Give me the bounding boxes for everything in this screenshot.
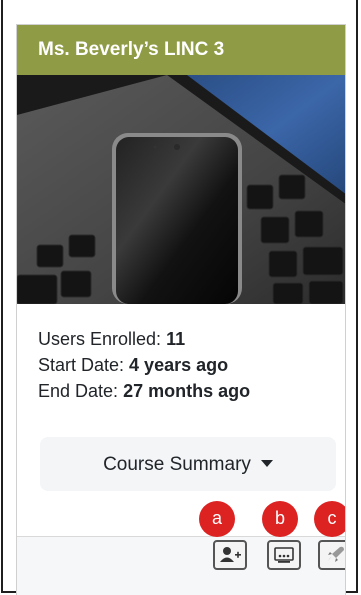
course-card: Ms. Beverly’s LINC 3 Users Enrolled: 11 … <box>16 24 346 595</box>
enroll-user-button[interactable] <box>213 540 247 570</box>
marker-a: a <box>199 501 235 537</box>
caret-down-icon <box>260 460 273 467</box>
presentation-icon <box>274 547 294 563</box>
end-date-value: 27 months ago <box>123 381 251 401</box>
course-summary-button[interactable]: Course Summary <box>40 437 336 491</box>
users-enrolled-label: Users Enrolled: <box>38 329 167 349</box>
start-date-value: 4 years ago <box>129 355 229 375</box>
rocket-icon <box>328 546 344 562</box>
start-date: Start Date: 4 years ago <box>38 352 345 378</box>
course-title[interactable]: Ms. Beverly’s LINC 3 <box>17 25 345 75</box>
marker-c: c <box>314 501 345 537</box>
end-date-label: End Date: <box>38 381 124 401</box>
course-image <box>17 75 345 304</box>
users-enrolled: Users Enrolled: 11 <box>38 326 345 352</box>
presentation-button[interactable] <box>267 540 301 570</box>
users-enrolled-value: 11 <box>166 329 186 349</box>
start-date-label: Start Date: <box>38 355 130 375</box>
marker-b: b <box>262 501 298 537</box>
course-summary-label: Course Summary <box>103 454 251 475</box>
end-date: End Date: 27 months ago <box>38 378 345 404</box>
add-user-icon <box>220 547 241 562</box>
launch-button[interactable] <box>318 540 345 570</box>
